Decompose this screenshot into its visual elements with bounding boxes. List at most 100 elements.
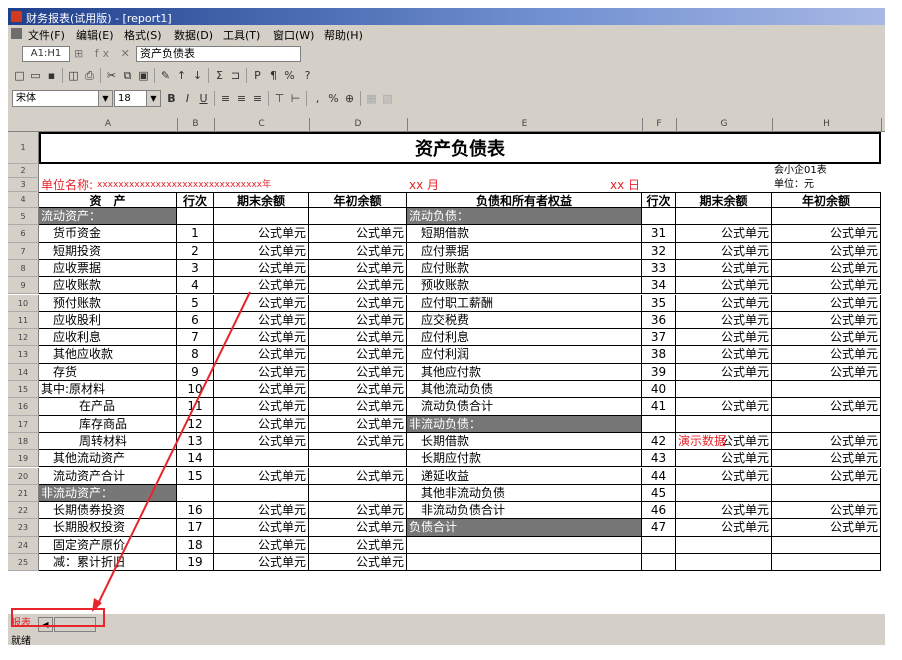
- cell-d[interactable]: 公式单元: [309, 346, 407, 364]
- cell-d[interactable]: 公式单元: [309, 225, 407, 243]
- cell-a[interactable]: 固定资产原价: [39, 536, 177, 554]
- cell-a[interactable]: 短期投资: [39, 242, 177, 260]
- cell-b[interactable]: [177, 208, 214, 226]
- cell-e[interactable]: 应付票据: [407, 242, 642, 260]
- cell-c[interactable]: 公式单元: [214, 363, 309, 381]
- font-size-select[interactable]: 18 ▼: [114, 90, 161, 107]
- row-header[interactable]: 12: [8, 329, 39, 347]
- header-cell[interactable]: 年初余额: [772, 192, 881, 208]
- chevron-down-icon[interactable]: ▼: [146, 91, 160, 106]
- cell-a[interactable]: 流动资产：: [39, 208, 177, 226]
- cell-e[interactable]: 负债合计: [407, 519, 642, 537]
- cell-a[interactable]: 应收利息: [39, 329, 177, 347]
- cell-h[interactable]: 公式单元: [772, 432, 881, 451]
- menu-tools[interactable]: 工具(T): [223, 27, 260, 43]
- save-icon[interactable]: ▪: [44, 68, 59, 83]
- align-center-icon[interactable]: ≡: [234, 91, 249, 106]
- cell-c[interactable]: 公式单元: [214, 432, 309, 451]
- cell-h[interactable]: 公式单元: [772, 467, 881, 485]
- cell-h[interactable]: [772, 484, 881, 503]
- cell-c[interactable]: [214, 450, 309, 468]
- cell-g[interactable]: [676, 208, 772, 226]
- italic-button[interactable]: I: [180, 91, 195, 106]
- cell-g[interactable]: 公式单元: [676, 242, 772, 260]
- cell-d[interactable]: 公式单元: [309, 363, 407, 381]
- row-header[interactable]: 18: [8, 432, 39, 451]
- cell-e[interactable]: 长期借款: [407, 432, 642, 451]
- cell-a[interactable]: 减：累计折旧: [39, 554, 177, 572]
- cell-reference-box[interactable]: A1:H1: [22, 46, 70, 62]
- row-header[interactable]: 14: [8, 363, 39, 381]
- cell-d[interactable]: [309, 484, 407, 503]
- cell-c[interactable]: 公式单元: [214, 536, 309, 554]
- menu-help[interactable]: 帮助(H): [324, 27, 363, 43]
- cell-b[interactable]: 14: [177, 450, 214, 468]
- align-right-icon[interactable]: ≡: [250, 91, 265, 106]
- cell-b[interactable]: 8: [177, 346, 214, 364]
- open-folder-icon[interactable]: ▭: [28, 68, 43, 83]
- row-header[interactable]: 11: [8, 311, 39, 330]
- cell-d[interactable]: 公式单元: [309, 259, 407, 278]
- column-header[interactable]: E: [407, 118, 643, 131]
- split-cells-icon[interactable]: ⊢: [288, 91, 303, 106]
- cell-h[interactable]: [772, 415, 881, 433]
- row-header[interactable]: 15: [8, 381, 39, 399]
- format-painter-icon[interactable]: ✎: [158, 68, 173, 83]
- cell-g[interactable]: 公式单元: [676, 277, 772, 295]
- form-number[interactable]: 会小企01表: [772, 164, 881, 178]
- row-header[interactable]: 6: [8, 225, 39, 243]
- row-header[interactable]: 21: [8, 484, 39, 503]
- cut-icon[interactable]: ✂: [104, 68, 119, 83]
- unit-label[interactable]: 单位：元: [772, 178, 881, 192]
- menu-window[interactable]: 窗口(W): [273, 27, 314, 43]
- cell-e[interactable]: 递延收益: [407, 467, 642, 485]
- column-header[interactable]: C: [214, 118, 310, 131]
- cell-d[interactable]: 公式单元: [309, 502, 407, 520]
- cell-d[interactable]: 公式单元: [309, 536, 407, 554]
- cell-b[interactable]: 19: [177, 554, 214, 572]
- font-name-select[interactable]: 宋体 ▼: [12, 90, 113, 107]
- cell-f[interactable]: 46: [642, 502, 676, 520]
- cell-b[interactable]: 7: [177, 329, 214, 347]
- zoom-icon[interactable]: %: [282, 68, 297, 83]
- cell-c[interactable]: 公式单元: [214, 519, 309, 537]
- row-header[interactable]: 20: [8, 467, 39, 485]
- cell-f[interactable]: 40: [642, 381, 676, 399]
- company-mask[interactable]: xxxxxxxxxxxxxxxxxxxxxxxxxxxxxxx年: [95, 178, 325, 192]
- cell-g[interactable]: 公式单元: [676, 346, 772, 364]
- cell-f[interactable]: 43: [642, 450, 676, 468]
- cell-d[interactable]: 公式单元: [309, 554, 407, 572]
- cell-g[interactable]: 公式单元: [676, 467, 772, 485]
- cell-c[interactable]: 公式单元: [214, 502, 309, 520]
- cell-b[interactable]: 15: [177, 467, 214, 485]
- cell-h[interactable]: [772, 208, 881, 226]
- cell-b[interactable]: 6: [177, 311, 214, 330]
- cell-a[interactable]: 存货: [39, 363, 177, 381]
- cell-f[interactable]: 38: [642, 346, 676, 364]
- help-pointer-icon[interactable]: ?: [300, 68, 315, 83]
- cell-g[interactable]: 公式单元: [676, 225, 772, 243]
- cell-e[interactable]: 其他非流动负债: [407, 484, 642, 503]
- header-cell[interactable]: 资 产: [39, 192, 177, 208]
- row-header[interactable]: 22: [8, 502, 39, 520]
- row-header[interactable]: 5: [8, 208, 39, 226]
- decimal-icon[interactable]: ,: [310, 91, 325, 106]
- row-header[interactable]: 8: [8, 259, 39, 278]
- cell-d[interactable]: 公式单元: [309, 242, 407, 260]
- cell-h[interactable]: 公式单元: [772, 398, 881, 416]
- underline-button[interactable]: U: [196, 91, 211, 106]
- cell-a[interactable]: 库存商品: [39, 415, 177, 433]
- cell-c[interactable]: 公式单元: [214, 554, 309, 572]
- column-header[interactable]: F: [642, 118, 677, 131]
- cell-g[interactable]: 公式单元: [676, 502, 772, 520]
- cell-f[interactable]: [642, 554, 676, 572]
- cell-b[interactable]: 10: [177, 381, 214, 399]
- cell-h[interactable]: 公式单元: [772, 225, 881, 243]
- cell-b[interactable]: 13: [177, 432, 214, 451]
- border-icon[interactable]: ▦: [364, 91, 379, 106]
- cell-e[interactable]: [407, 536, 642, 554]
- sort-desc-icon[interactable]: ↓: [190, 68, 205, 83]
- cell-h[interactable]: 公式单元: [772, 450, 881, 468]
- cell-d[interactable]: 公式单元: [309, 519, 407, 537]
- row-header[interactable]: 24: [8, 536, 39, 554]
